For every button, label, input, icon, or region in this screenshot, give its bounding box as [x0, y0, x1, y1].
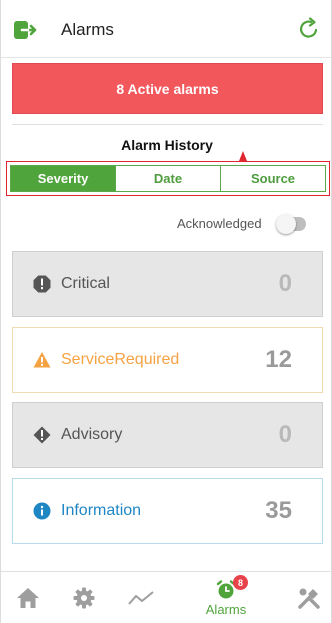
- info-icon: [33, 502, 51, 520]
- gear-icon: [73, 587, 95, 609]
- page-title: Alarms: [61, 20, 114, 39]
- app-header: Alarms: [1, 0, 332, 58]
- history-filter-tabs: Severity Date Source: [10, 165, 326, 192]
- alarm-card-service-required[interactable]: ServiceRequired 12: [12, 327, 323, 393]
- tab-date[interactable]: Date: [115, 166, 220, 191]
- tools-icon: [298, 588, 320, 609]
- nav-tools[interactable]: [294, 572, 324, 623]
- alarm-card-critical[interactable]: Critical 0: [12, 251, 323, 317]
- nav-settings[interactable]: [69, 572, 99, 623]
- nav-alarms-label: Alarms: [205, 601, 247, 617]
- alarm-count: 0: [278, 270, 292, 297]
- alarm-count: 0: [278, 421, 292, 448]
- critical-icon: [33, 275, 51, 293]
- divider: [12, 124, 323, 125]
- tab-source[interactable]: Source: [220, 166, 325, 191]
- refresh-icon[interactable]: [297, 17, 321, 41]
- tab-severity[interactable]: Severity: [11, 166, 115, 191]
- alarm-card-advisory[interactable]: Advisory 0: [12, 402, 323, 468]
- trend-icon: [128, 591, 154, 605]
- warning-icon: [33, 351, 51, 369]
- nav-home[interactable]: [13, 572, 43, 623]
- alarm-count: 12: [265, 346, 292, 373]
- app-frame: Alarms 8 Active alarms Alarm History Sev…: [0, 0, 332, 623]
- logout-icon[interactable]: [13, 18, 37, 42]
- toggle-knob: [276, 214, 296, 234]
- alarm-history-title: Alarm History: [121, 137, 213, 153]
- alarm-label: Information: [61, 502, 142, 519]
- alarm-count: 35: [265, 497, 292, 524]
- advisory-icon: [33, 426, 51, 444]
- home-icon: [17, 588, 39, 608]
- nav-trends[interactable]: [126, 572, 156, 623]
- alarm-count-badge: 8: [233, 575, 248, 590]
- alarm-card-information[interactable]: Information 35: [12, 478, 323, 544]
- alarm-label: ServiceRequired: [61, 351, 180, 368]
- alarm-label: Critical: [61, 275, 110, 292]
- bottom-nav: 8 Alarms: [1, 571, 332, 623]
- active-alarms-banner[interactable]: 8 Active alarms: [12, 63, 323, 114]
- acknowledged-toggle[interactable]: [276, 214, 306, 234]
- acknowledged-label: Acknowledged: [177, 216, 262, 231]
- alarm-label: Advisory: [61, 426, 123, 443]
- nav-alarms[interactable]: 8 Alarms: [197, 572, 255, 623]
